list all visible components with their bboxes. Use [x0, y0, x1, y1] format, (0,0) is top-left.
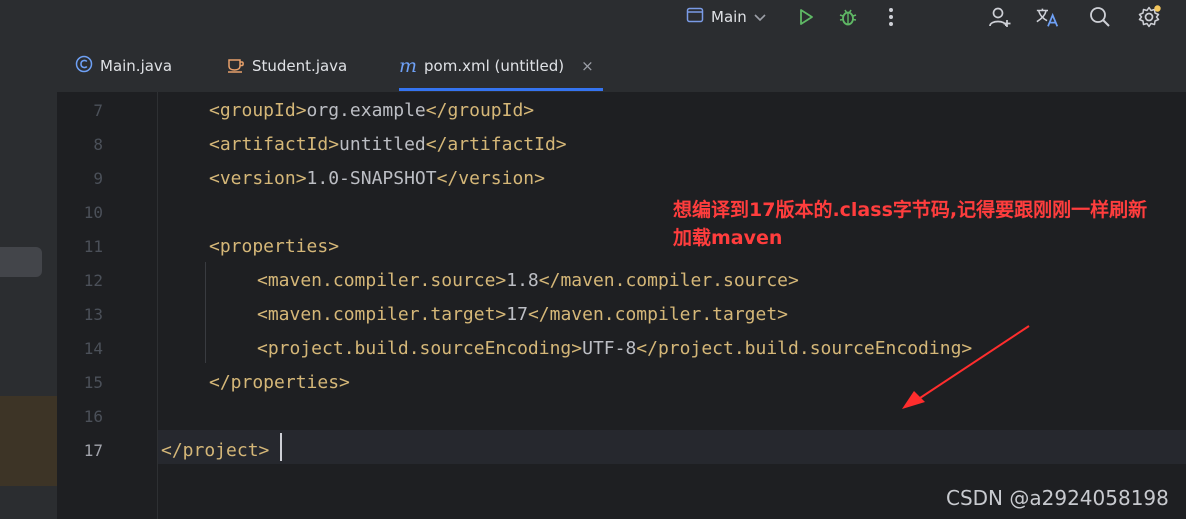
debug-icon[interactable]	[835, 4, 861, 30]
xml-tag: </maven.compiler.target>	[527, 304, 789, 325]
code-line[interactable]: <maven.compiler.source>1.8</maven.compil…	[257, 264, 799, 298]
xml-value: 17	[506, 304, 528, 325]
code-line[interactable]: <project.build.sourceEncoding>UTF-8</pro…	[257, 332, 972, 366]
line-number: 13	[83, 305, 103, 324]
code-line[interactable]: <artifactId>untitled</artifactId>	[209, 128, 567, 162]
watermark-text: CSDN @a2924058198	[946, 486, 1169, 510]
line-number: 17	[83, 441, 103, 460]
annotation-arrow	[902, 325, 1030, 409]
xml-value: 1.8	[506, 270, 539, 291]
xml-tag: <maven.compiler.target>	[257, 304, 507, 325]
coffee-icon	[227, 55, 245, 77]
window-icon	[686, 7, 704, 27]
code-line[interactable]: </properties>	[209, 366, 350, 400]
run-config-selector[interactable]: Main	[686, 6, 766, 28]
current-line-highlight	[158, 430, 1186, 464]
gutter-separator	[157, 92, 158, 519]
xml-tag: <project.build.sourceEncoding>	[257, 338, 583, 359]
line-number: 14	[83, 339, 103, 358]
tab-pom-xml[interactable]: m pom.xml (untitled) ×	[399, 40, 603, 92]
maven-icon: m	[399, 55, 418, 77]
text-caret	[280, 433, 282, 461]
code-line[interactable]: <version>1.0-SNAPSHOT</version>	[209, 162, 545, 196]
run-config-label: Main	[711, 8, 747, 26]
tab-label: Student.java	[252, 57, 348, 75]
editor-tab-bar: Main.java Student.java m pom.xml (untitl…	[57, 40, 1186, 92]
xml-tag: </version>	[436, 168, 545, 189]
line-number: 10	[83, 203, 103, 222]
main-toolbar: Main	[0, 0, 1186, 40]
settings-icon[interactable]	[1136, 4, 1162, 30]
close-icon[interactable]: ×	[581, 57, 594, 75]
xml-value: UTF-8	[582, 338, 637, 359]
xml-tag: </maven.compiler.source>	[538, 270, 799, 291]
xml-tag: <properties>	[209, 236, 340, 257]
xml-tag: </project>	[161, 440, 270, 461]
line-number: 15	[83, 373, 103, 392]
code-line[interactable]: <properties>	[209, 230, 339, 264]
line-number: 9	[93, 169, 103, 188]
xml-tag: <version>	[209, 168, 307, 189]
tab-label: Main.java	[100, 57, 173, 75]
tab-label: pom.xml (untitled)	[424, 57, 565, 75]
more-icon[interactable]	[878, 4, 904, 30]
xml-value: org.example	[306, 100, 426, 121]
line-number: 7	[93, 101, 103, 120]
line-number: 11	[83, 237, 103, 256]
indent-guide	[205, 262, 206, 363]
line-number: 12	[83, 271, 103, 290]
xml-tag: <maven.compiler.source>	[257, 270, 507, 291]
annotation-line-1: 想编译到17版本的.class字节码,记得要跟刚刚一样刷新	[673, 199, 1148, 221]
code-editor[interactable]: 7 8 9 10 11 12 13 14 15 16 17 <groupId>org.example…	[57, 92, 1186, 519]
code-line[interactable]: </project>	[161, 434, 269, 468]
annotation-note: 想编译到17版本的.class字节码,记得要跟刚刚一样刷新 加载maven	[673, 196, 1147, 252]
class-icon	[75, 55, 93, 77]
sidebar-selected-item[interactable]	[0, 247, 42, 277]
code-line[interactable]: <maven.compiler.target>17</maven.compile…	[257, 298, 788, 332]
left-sidebar	[0, 40, 57, 519]
search-icon[interactable]	[1087, 4, 1113, 30]
line-number: 8	[93, 135, 103, 154]
line-number: 16	[83, 407, 103, 426]
xml-value: 1.0-SNAPSHOT	[306, 168, 437, 189]
xml-tag: <groupId>	[209, 100, 307, 121]
tab-main-java[interactable]: Main.java	[75, 40, 172, 92]
chevron-down-icon	[754, 8, 766, 26]
translate-icon[interactable]	[1035, 4, 1061, 30]
xml-tag: </properties>	[209, 372, 350, 393]
annotation-line-2: 加载maven	[673, 227, 783, 249]
sidebar-highlight-area	[0, 396, 57, 486]
xml-value: untitled	[339, 134, 426, 155]
xml-tag: </artifactId>	[425, 134, 567, 155]
tab-student-java[interactable]: Student.java	[227, 40, 347, 92]
run-icon[interactable]	[793, 4, 819, 30]
xml-tag: </groupId>	[425, 100, 535, 121]
code-line[interactable]: <groupId>org.example</groupId>	[209, 94, 534, 128]
add-user-icon[interactable]	[987, 4, 1013, 30]
xml-tag: <artifactId>	[209, 134, 340, 155]
